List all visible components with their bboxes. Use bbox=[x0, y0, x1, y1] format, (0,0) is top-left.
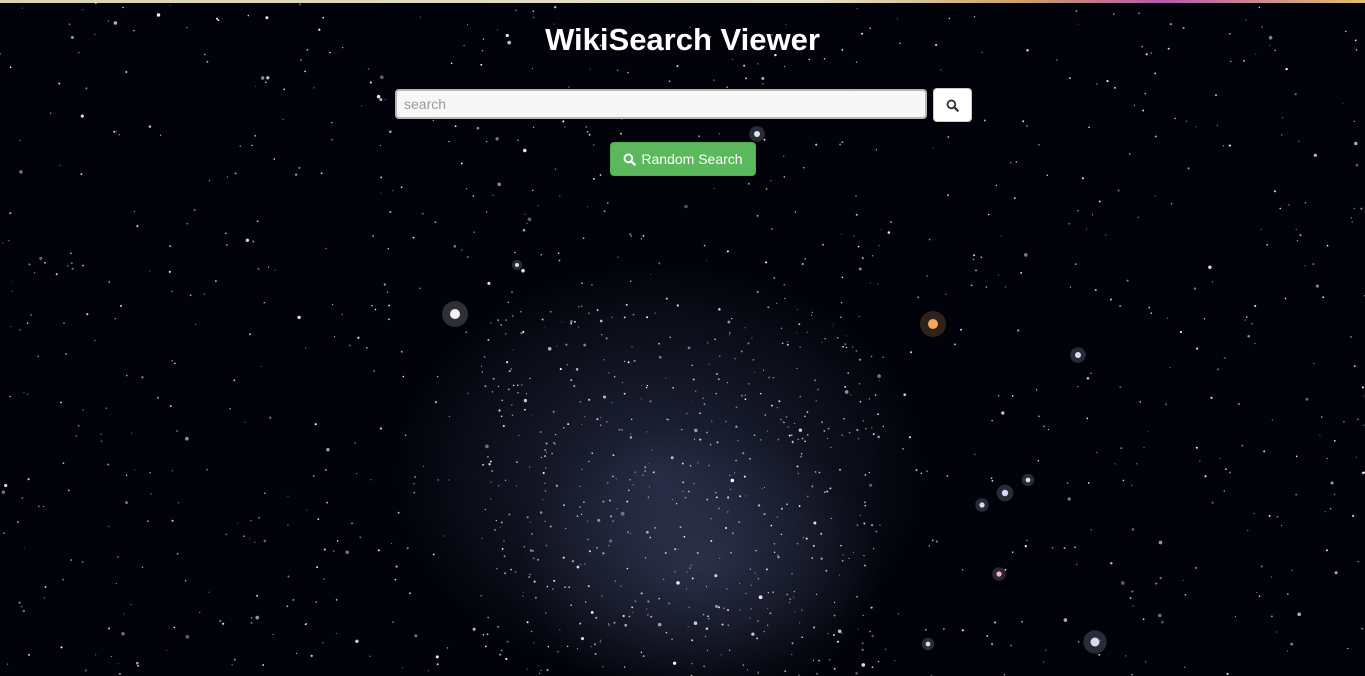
search-icon bbox=[946, 99, 959, 112]
random-search-label: Random Search bbox=[641, 151, 743, 167]
search-icon bbox=[623, 153, 637, 166]
page-title: WikiSearch Viewer bbox=[545, 22, 820, 57]
search-button[interactable] bbox=[933, 88, 972, 122]
search-input[interactable] bbox=[395, 89, 927, 119]
random-search-button[interactable]: Random Search bbox=[610, 142, 756, 176]
